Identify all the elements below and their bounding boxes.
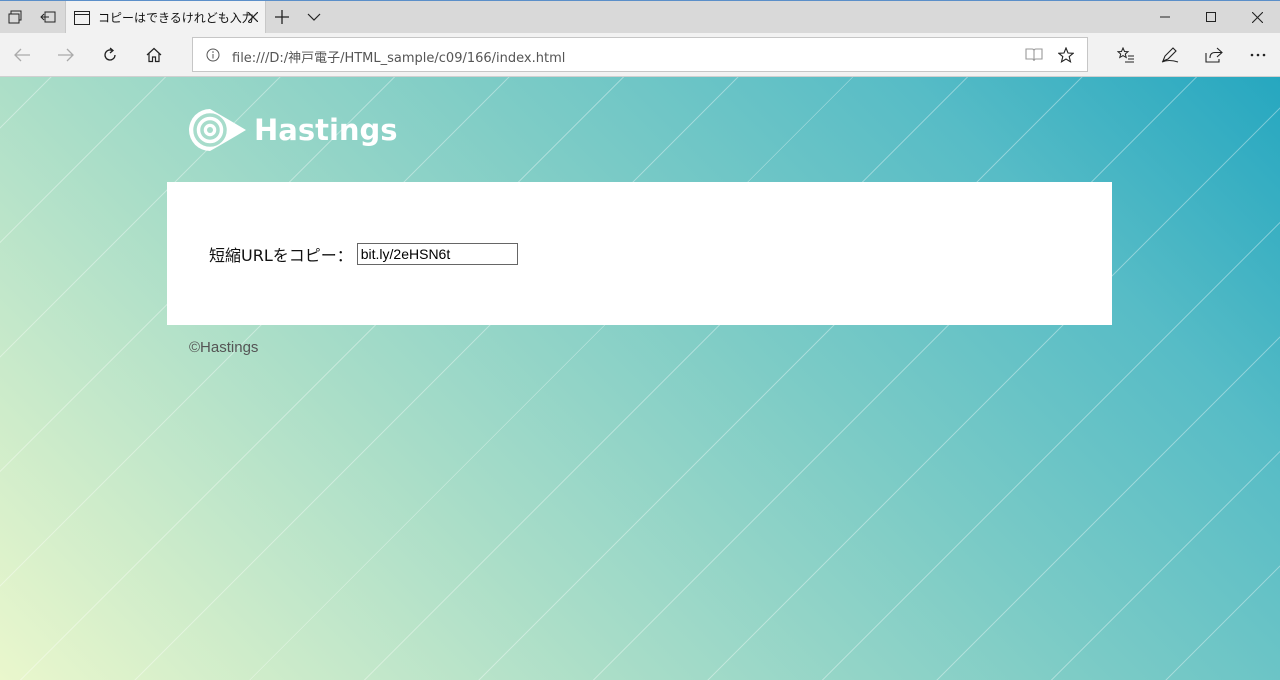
footer-copyright: ©Hastings [189, 339, 259, 356]
logo-text: Hastings [254, 113, 398, 147]
back-icon[interactable] [4, 37, 40, 73]
set-aside-icon[interactable] [32, 1, 64, 33]
page-icon [74, 10, 90, 29]
short-url-input[interactable] [356, 243, 518, 265]
refresh-icon[interactable] [92, 37, 128, 73]
address-bar[interactable]: file:///D:/神戸電子/HTML_sample/c09/166/inde… [192, 37, 1088, 72]
nav-bar: file:///D:/神戸電子/HTML_sample/c09/166/inde… [0, 33, 1280, 77]
favorite-star-icon[interactable] [1051, 40, 1081, 70]
address-text: file:///D:/神戸電子/HTML_sample/c09/166/inde… [232, 51, 566, 66]
eye-logo-icon [189, 109, 246, 151]
maximize-icon[interactable] [1188, 1, 1234, 33]
pen-icon[interactable] [1152, 37, 1188, 73]
info-icon[interactable] [205, 47, 221, 63]
close-tab-icon[interactable] [245, 9, 261, 25]
tab-list-icon[interactable] [0, 1, 32, 33]
new-tab-icon[interactable] [266, 1, 298, 33]
tab-strip: コピーはできるけれども入力 [0, 0, 1280, 34]
reading-view-icon[interactable] [1019, 40, 1049, 70]
logo[interactable]: Hastings [188, 108, 398, 152]
tab-title: コピーはできるけれども入力 [98, 11, 254, 25]
forward-icon[interactable] [48, 37, 84, 73]
share-icon[interactable] [1196, 37, 1232, 73]
close-window-icon[interactable] [1234, 1, 1280, 33]
tab-preview-chevron-icon[interactable] [298, 1, 330, 33]
content-card: 短縮URLをコピー： [167, 182, 1112, 325]
page-content: Hastings 短縮URLをコピー： ©Hastings [0, 77, 1280, 680]
copy-label: 短縮URLをコピー： [209, 246, 353, 265]
minimize-icon[interactable] [1142, 1, 1188, 33]
home-icon[interactable] [136, 37, 172, 73]
copy-row: 短縮URLをコピー： [209, 242, 518, 266]
favorites-list-icon[interactable] [1108, 37, 1144, 73]
active-tab[interactable]: コピーはできるけれども入力 [65, 1, 266, 34]
more-icon[interactable] [1240, 37, 1276, 73]
